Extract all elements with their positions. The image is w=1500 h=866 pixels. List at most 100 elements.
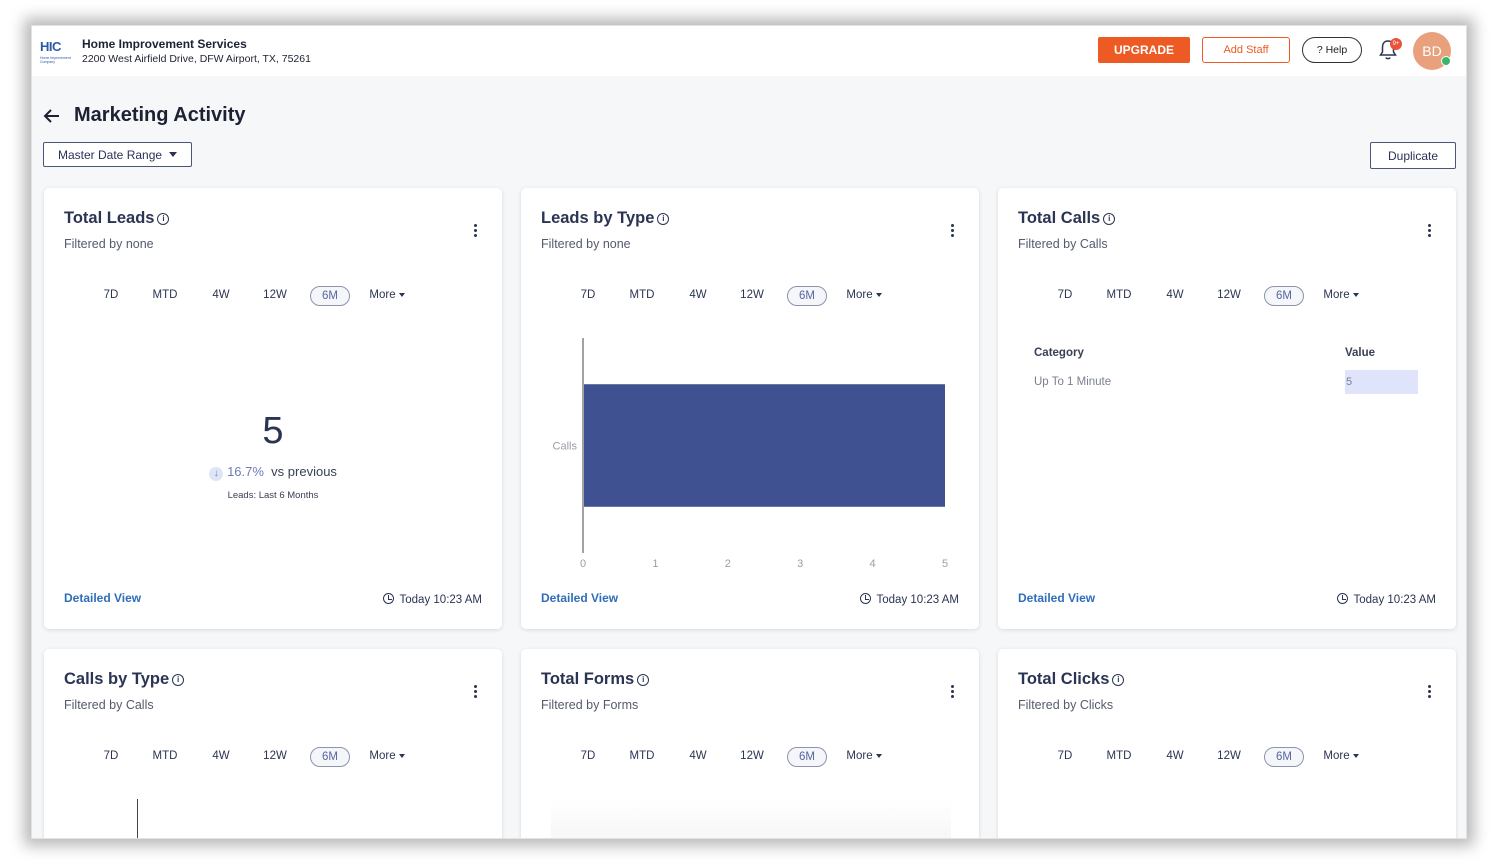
range-tabs: 7D MTD 4W 12W 6M More: [521, 747, 979, 767]
range-tab-6m[interactable]: 6M: [310, 747, 350, 767]
range-tab-6m[interactable]: 6M: [1264, 747, 1304, 767]
range-tab-mtd[interactable]: MTD: [145, 286, 185, 306]
info-icon[interactable]: i: [1112, 674, 1125, 686]
range-tabs: 7D MTD 4W 12W 6M More: [998, 286, 1456, 306]
last-updated: Today 10:23 AM: [382, 593, 482, 606]
back-arrow-icon[interactable]: [42, 106, 62, 126]
kebab-menu-icon[interactable]: [949, 224, 955, 240]
card-title: Leads by Type i: [541, 209, 670, 228]
range-tab-4w[interactable]: 4W: [1160, 747, 1190, 767]
range-tab-more[interactable]: More: [1318, 286, 1364, 306]
more-label: More: [846, 289, 873, 301]
table-header-value: Value: [1345, 347, 1376, 359]
master-date-range-dropdown[interactable]: Master Date Range: [43, 142, 192, 167]
range-tab-more[interactable]: More: [1318, 747, 1364, 767]
top-bar: HIC Home Improvement Company Home Improv…: [32, 26, 1466, 76]
info-icon[interactable]: i: [157, 213, 170, 225]
caret-down-icon: [875, 293, 882, 297]
company-logo[interactable]: HIC Home Improvement Company: [40, 38, 76, 66]
upgrade-button[interactable]: UPGRADE: [1098, 37, 1190, 63]
card-title: Total Calls i: [1018, 209, 1116, 228]
kebab-menu-icon[interactable]: [472, 685, 478, 701]
range-tab-more[interactable]: More: [364, 747, 410, 767]
x-tick-label: 5: [942, 558, 948, 570]
card-title-text: Total Forms: [541, 670, 635, 688]
table-cell-category: Up To 1 Minute: [1034, 376, 1112, 388]
card-title-text: Total Clicks: [1018, 670, 1110, 688]
logo-subtext: Home Improvement Company: [40, 56, 71, 64]
range-tab-4w[interactable]: 4W: [1160, 286, 1190, 306]
range-tab-more[interactable]: More: [841, 286, 887, 306]
card-filter: Filtered by Calls: [64, 698, 154, 712]
range-tab-7d[interactable]: 7D: [573, 286, 603, 306]
company-address: 2200 West Airfield Drive, DFW Airport, T…: [82, 53, 311, 65]
range-tab-12w[interactable]: 12W: [1211, 747, 1247, 767]
caret-down-icon: [398, 754, 405, 758]
detailed-view-link[interactable]: Detailed View: [1018, 591, 1095, 605]
range-tab-7d[interactable]: 7D: [96, 286, 126, 306]
range-tab-mtd[interactable]: MTD: [1099, 286, 1139, 306]
kebab-menu-icon[interactable]: [472, 224, 478, 240]
help-button[interactable]: ? Help: [1302, 37, 1362, 63]
duplicate-button[interactable]: Duplicate: [1370, 142, 1456, 169]
kpi-change: ↓ 16.7% vs previous: [44, 464, 502, 481]
range-tab-6m[interactable]: 6M: [1264, 286, 1304, 306]
range-tab-7d[interactable]: 7D: [573, 747, 603, 767]
range-tab-more[interactable]: More: [364, 286, 410, 306]
more-label: More: [369, 750, 396, 762]
card-calls-by-type: Calls by Type i Filtered by Calls 7D MTD …: [44, 649, 502, 838]
range-tab-12w[interactable]: 12W: [734, 286, 770, 306]
range-tab-12w[interactable]: 12W: [734, 747, 770, 767]
x-tick-label: 4: [870, 558, 876, 570]
more-label: More: [1323, 289, 1350, 301]
bar-calls[interactable]: [584, 384, 945, 507]
range-tab-7d[interactable]: 7D: [1050, 286, 1080, 306]
kebab-menu-icon[interactable]: [1426, 685, 1432, 701]
range-tab-7d[interactable]: 7D: [1050, 747, 1080, 767]
range-tab-mtd[interactable]: MTD: [622, 286, 662, 306]
card-title: Total Clicks i: [1018, 670, 1125, 689]
kebab-menu-icon[interactable]: [1426, 224, 1432, 240]
leads-by-type-bar-chart: Calls 0 1 2 3 4 5: [553, 338, 948, 570]
range-tab-mtd[interactable]: MTD: [622, 747, 662, 767]
range-tab-4w[interactable]: 4W: [206, 286, 236, 306]
range-tab-mtd[interactable]: MTD: [1099, 747, 1139, 767]
range-tab-12w[interactable]: 12W: [257, 286, 293, 306]
range-tab-4w[interactable]: 4W: [683, 286, 713, 306]
clock-icon: [859, 593, 871, 604]
online-status-dot: [1441, 56, 1451, 66]
chart-axis-line: [137, 799, 138, 838]
range-tab-6m[interactable]: 6M: [787, 286, 827, 306]
x-tick-label: 3: [797, 558, 803, 570]
caret-down-icon: [398, 293, 405, 297]
range-tab-4w[interactable]: 4W: [683, 747, 713, 767]
range-tab-6m[interactable]: 6M: [787, 747, 827, 767]
card-title-text: Total Leads: [64, 209, 155, 227]
detailed-view-link[interactable]: Detailed View: [541, 591, 618, 605]
info-icon[interactable]: i: [172, 674, 185, 686]
range-tab-12w[interactable]: 12W: [1211, 286, 1247, 306]
info-icon[interactable]: i: [637, 674, 650, 686]
card-total-forms: Total Forms i Filtered by Forms 7D MTD 4W…: [521, 649, 979, 838]
date-range-label: Master Date Range: [58, 147, 163, 162]
info-icon[interactable]: i: [657, 213, 670, 225]
info-icon[interactable]: i: [1103, 213, 1116, 225]
add-staff-button[interactable]: Add Staff: [1202, 37, 1290, 63]
range-tabs: 7D MTD 4W 12W 6M More: [998, 747, 1456, 767]
range-tabs: 7D MTD 4W 12W 6M More: [44, 286, 502, 306]
kebab-menu-icon[interactable]: [949, 685, 955, 701]
clock-icon: [382, 593, 394, 604]
range-tab-6m[interactable]: 6M: [310, 286, 350, 306]
last-updated-text: Today 10:23 AM: [1353, 594, 1436, 606]
arrow-down-icon: ↓: [209, 467, 224, 481]
range-tab-more[interactable]: More: [841, 747, 887, 767]
card-title: Calls by Type i: [64, 670, 185, 689]
range-tabs: 7D MTD 4W 12W 6M More: [44, 747, 502, 767]
detailed-view-link[interactable]: Detailed View: [64, 591, 141, 605]
range-tab-12w[interactable]: 12W: [257, 747, 293, 767]
range-tab-mtd[interactable]: MTD: [145, 747, 185, 767]
more-label: More: [369, 289, 396, 301]
range-tab-7d[interactable]: 7D: [96, 747, 126, 767]
more-label: More: [846, 750, 873, 762]
range-tab-4w[interactable]: 4W: [206, 747, 236, 767]
